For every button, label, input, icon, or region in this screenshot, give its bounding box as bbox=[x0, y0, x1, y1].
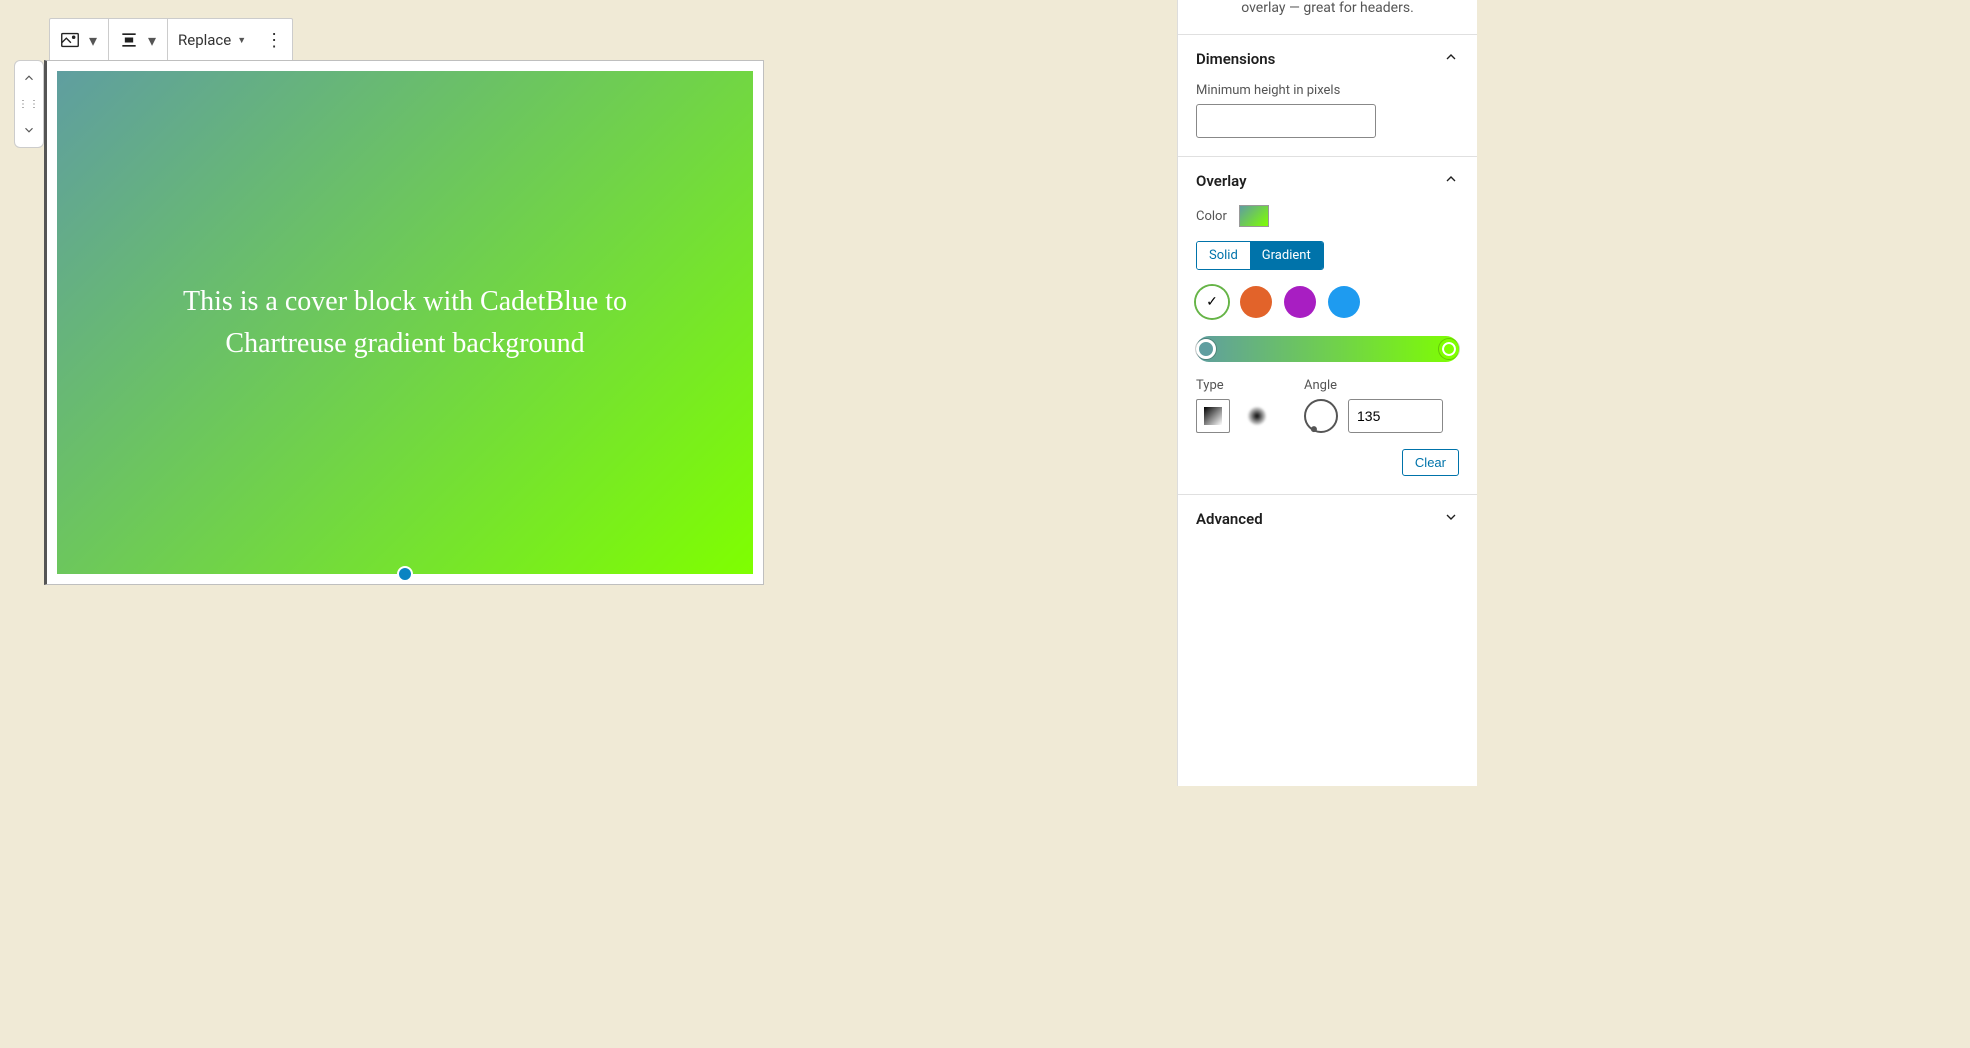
settings-sidebar: overlay — great for headers. Dimensions … bbox=[1177, 0, 1477, 786]
seg-gradient-button[interactable]: Gradient bbox=[1250, 242, 1323, 269]
overlay-color-row: Color bbox=[1196, 205, 1459, 227]
gradient-bar[interactable] bbox=[1196, 336, 1459, 362]
overlay-mode-segmented: Solid Gradient bbox=[1196, 241, 1324, 270]
angle-dial[interactable] bbox=[1304, 399, 1338, 433]
block-description: overlay — great for headers. bbox=[1178, 0, 1477, 34]
block-toolbar: ▾ ▾ Replace ▼ ⋮ bbox=[49, 18, 293, 62]
gradient-presets bbox=[1196, 286, 1459, 318]
gradient-stop-end[interactable] bbox=[1439, 339, 1459, 359]
overlay-title: Overlay bbox=[1196, 172, 1247, 190]
gradient-type-linear[interactable] bbox=[1196, 399, 1230, 433]
cover-block-text[interactable]: This is a cover block with CadetBlue to … bbox=[127, 281, 684, 365]
preset-selected[interactable] bbox=[1196, 286, 1228, 318]
cover-block-wrapper[interactable]: This is a cover block with CadetBlue to … bbox=[44, 60, 764, 585]
chevron-up-icon bbox=[1443, 49, 1459, 69]
replace-dropdown-icon: ▼ bbox=[237, 35, 246, 46]
clear-button[interactable]: Clear bbox=[1402, 449, 1459, 476]
move-up-button[interactable] bbox=[15, 65, 43, 91]
move-down-button[interactable] bbox=[15, 117, 43, 143]
block-type-group: ▾ bbox=[50, 19, 109, 61]
dimensions-title: Dimensions bbox=[1196, 50, 1275, 68]
gradient-type-col: Type bbox=[1196, 378, 1274, 433]
angle-input[interactable] bbox=[1348, 399, 1443, 433]
overlay-panel-toggle[interactable]: Overlay bbox=[1196, 171, 1459, 191]
overlay-color-label: Color bbox=[1196, 209, 1227, 224]
preset-purple[interactable] bbox=[1284, 286, 1316, 318]
gradient-type-radial[interactable] bbox=[1240, 399, 1274, 433]
alignment-group: ▾ bbox=[109, 19, 168, 61]
chevron-up-icon bbox=[1443, 171, 1459, 191]
min-height-input[interactable] bbox=[1196, 104, 1376, 138]
min-height-label: Minimum height in pixels bbox=[1196, 83, 1459, 98]
replace-label: Replace bbox=[178, 31, 231, 49]
cover-block[interactable]: This is a cover block with CadetBlue to … bbox=[57, 71, 753, 574]
block-mover-toolbar: ⋮⋮ bbox=[14, 60, 44, 148]
block-type-dropdown-icon[interactable]: ▾ bbox=[86, 33, 100, 47]
drag-handle-icon[interactable]: ⋮⋮ bbox=[15, 91, 43, 117]
seg-solid-button[interactable]: Solid bbox=[1197, 242, 1250, 269]
type-angle-row: Type Angle bbox=[1196, 378, 1459, 433]
preset-orange[interactable] bbox=[1240, 286, 1272, 318]
dimensions-panel: Dimensions Minimum height in pixels bbox=[1178, 34, 1477, 156]
dimensions-panel-toggle[interactable]: Dimensions bbox=[1196, 49, 1459, 69]
gradient-angle-col: Angle bbox=[1304, 378, 1443, 433]
more-options-button[interactable]: ⋮ bbox=[256, 19, 292, 61]
overlay-color-swatch[interactable] bbox=[1239, 205, 1269, 227]
replace-button[interactable]: Replace ▼ bbox=[168, 19, 256, 61]
preset-blue[interactable] bbox=[1328, 286, 1360, 318]
overlay-panel: Overlay Color Solid Gradient Type bbox=[1178, 156, 1477, 494]
resize-handle[interactable] bbox=[397, 566, 413, 582]
advanced-panel-toggle[interactable]: Advanced bbox=[1178, 494, 1477, 543]
angle-label: Angle bbox=[1304, 378, 1443, 393]
cover-block-icon[interactable] bbox=[58, 28, 82, 52]
gradient-stop-start[interactable] bbox=[1196, 339, 1216, 359]
chevron-down-icon bbox=[1443, 509, 1459, 529]
alignment-dropdown-icon[interactable]: ▾ bbox=[145, 33, 159, 47]
type-label: Type bbox=[1196, 378, 1274, 393]
alignment-icon[interactable] bbox=[117, 28, 141, 52]
advanced-title: Advanced bbox=[1196, 510, 1263, 528]
